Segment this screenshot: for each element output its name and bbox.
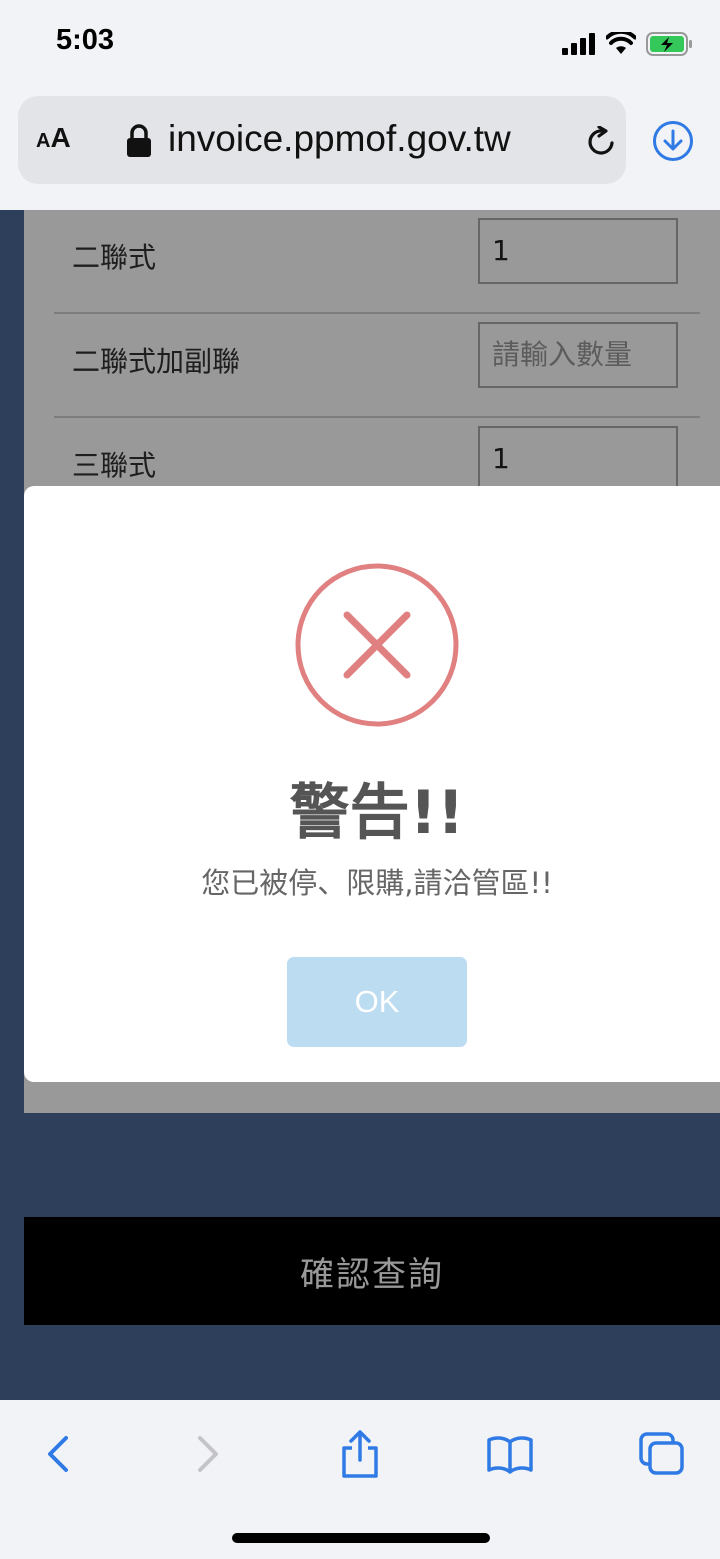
bookmarks-icon (487, 1436, 533, 1474)
reload-icon[interactable] (586, 126, 618, 158)
status-time: 5:03 (56, 24, 115, 56)
back-icon (48, 1436, 68, 1472)
dialog-title: 警告!! (289, 778, 465, 848)
forward-button[interactable] (180, 1430, 236, 1478)
wifi-icon (606, 32, 636, 54)
back-button[interactable] (30, 1430, 86, 1478)
battery-charging-icon (646, 32, 692, 56)
reader-text-size-button[interactable]: AA (36, 122, 71, 154)
url-text[interactable]: invoice.ppmof.gov.tw (168, 118, 560, 160)
tabs-button[interactable] (634, 1430, 690, 1478)
status-icons (562, 30, 694, 58)
cellular-signal-icon (562, 33, 595, 55)
status-bar: 5:03 (0, 0, 720, 92)
error-x-icon (295, 563, 459, 727)
ok-button[interactable]: OK (287, 957, 467, 1047)
home-indicator[interactable] (232, 1533, 490, 1543)
share-icon (342, 1430, 378, 1478)
browser-toolbar (0, 1400, 720, 1559)
dialog-message: 您已被停、限購,請洽管區!! (201, 866, 553, 900)
address-bar[interactable]: AA invoice.ppmof.gov.tw (18, 96, 626, 184)
bookmarks-button[interactable] (482, 1430, 538, 1478)
browser-address-area: AA invoice.ppmof.gov.tw (0, 92, 720, 210)
share-button[interactable] (332, 1430, 388, 1478)
download-icon[interactable] (652, 120, 694, 162)
forward-icon (198, 1436, 218, 1472)
warning-dialog: 警告!! 您已被停、限購,請洽管區!! OK (24, 486, 720, 1082)
lock-icon (127, 124, 151, 157)
tabs-icon (639, 1432, 684, 1475)
